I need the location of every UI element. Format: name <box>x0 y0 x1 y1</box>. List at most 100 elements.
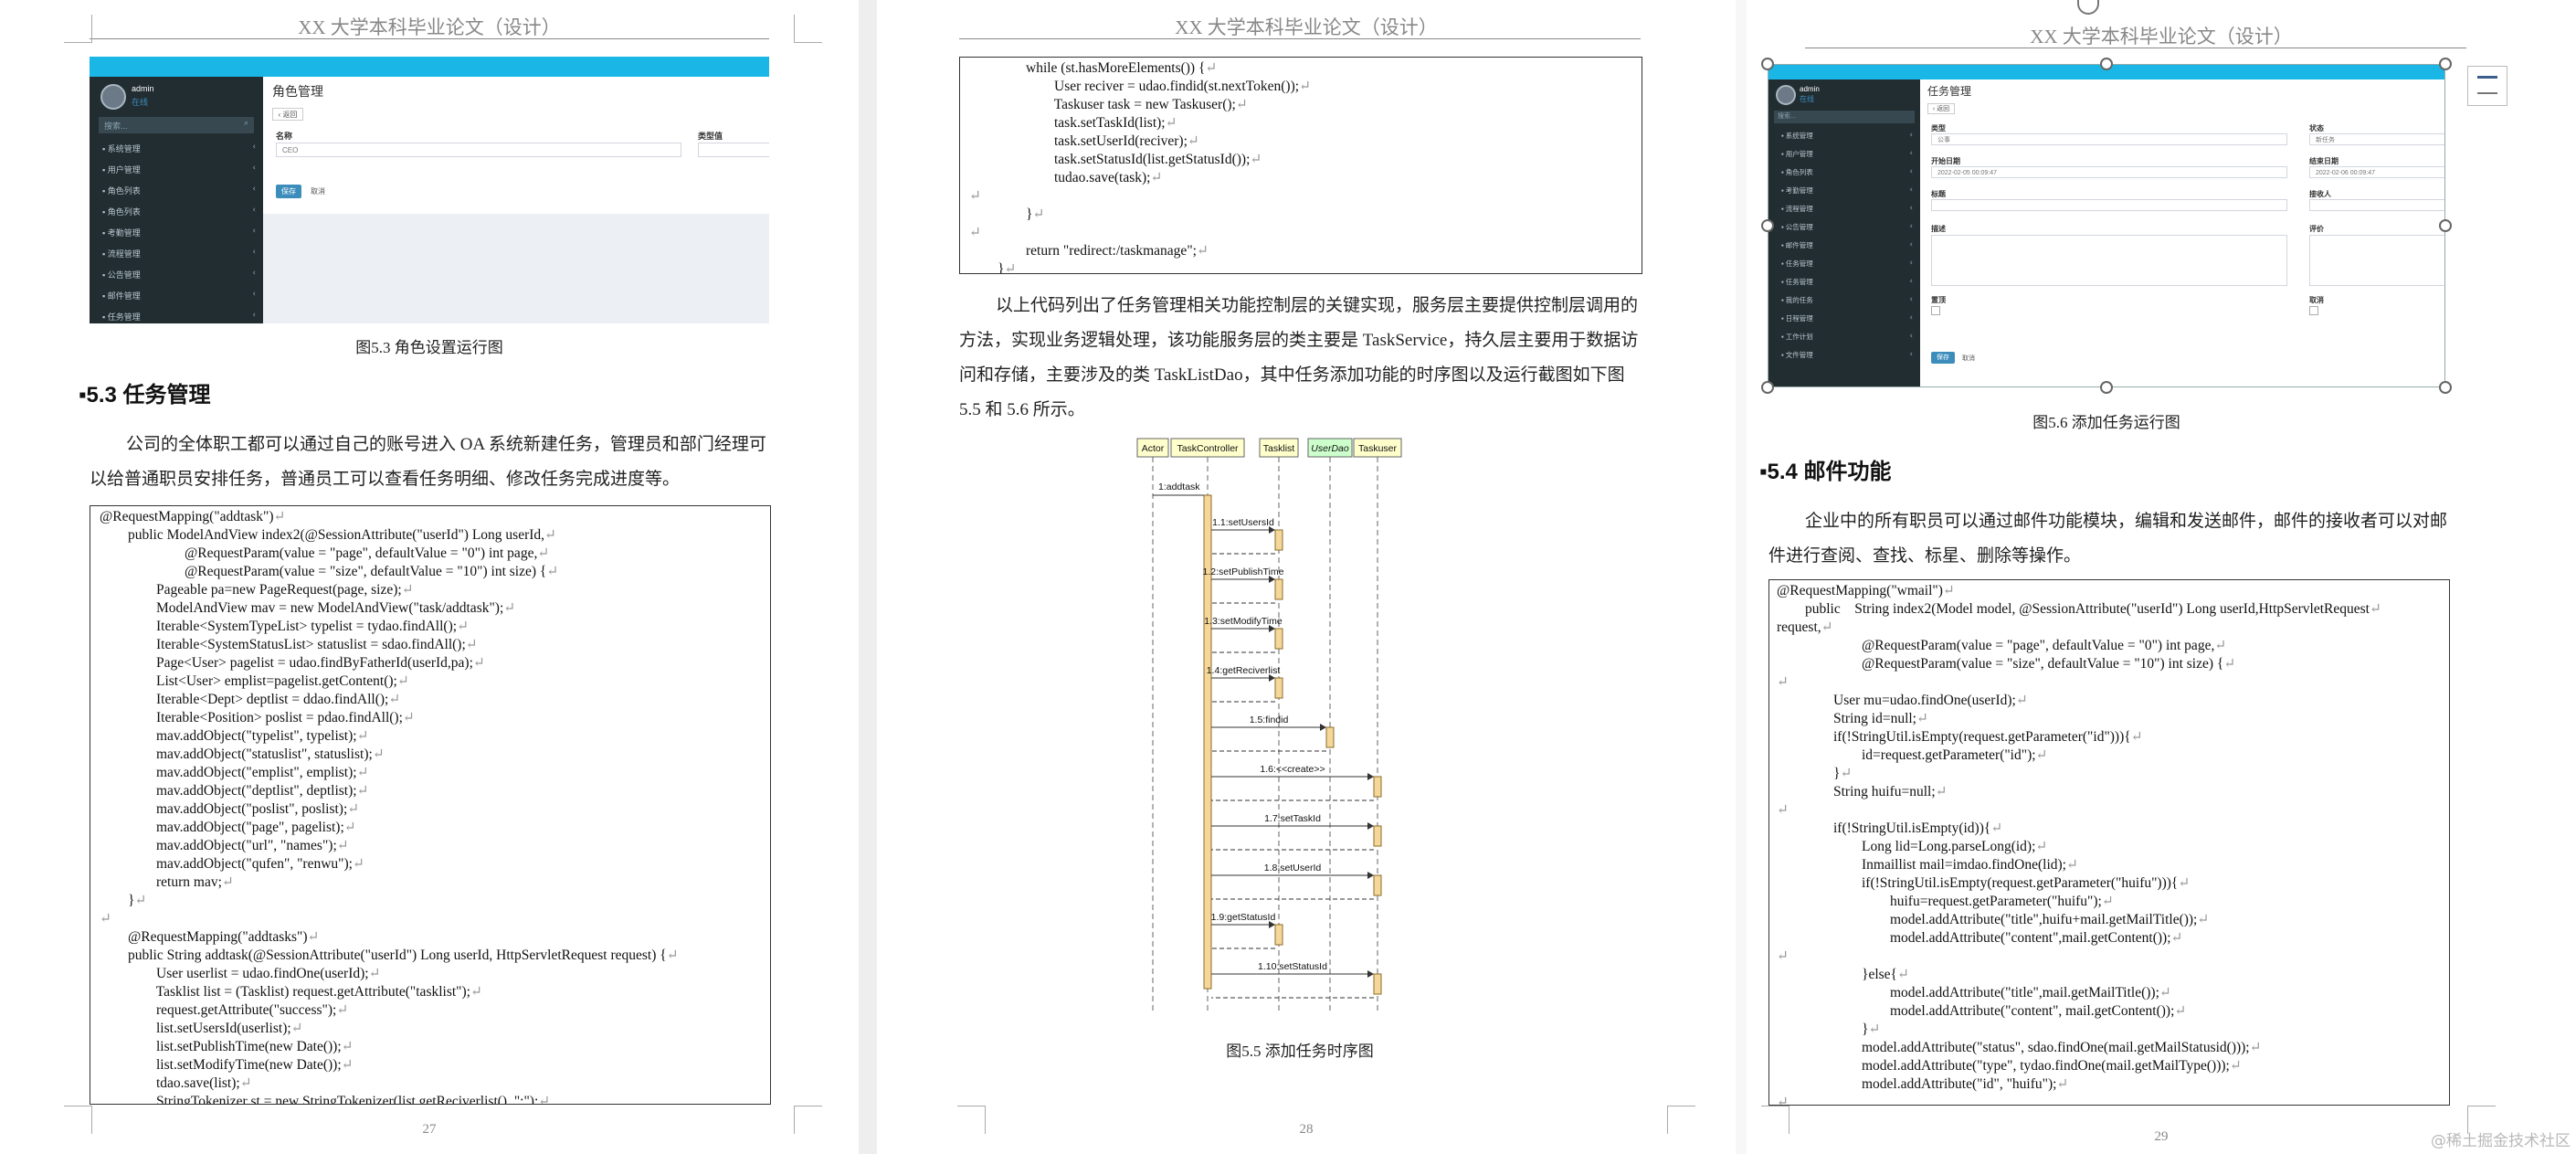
sidebar-item[interactable]: ▪ 考勤管理 <box>102 227 141 238</box>
resize-handle-tr[interactable] <box>2439 58 2452 70</box>
back-button[interactable]: ‹ 返回 <box>1927 103 1955 114</box>
title-input[interactable] <box>1931 199 2287 211</box>
type-label: 类型 <box>1931 124 1946 132</box>
status-select[interactable]: 新任务 <box>2309 133 2444 145</box>
paragraph-mark-icon: ↵ <box>2035 839 2048 854</box>
code-line: Taskuser task = new Taskuser();↵ <box>969 97 1248 112</box>
sidebar-search[interactable]: 搜索... ⌕ <box>99 117 254 133</box>
resize-handle-bl[interactable] <box>1761 381 1774 394</box>
rotate-handle-icon[interactable] <box>2077 0 2099 15</box>
code-line: mav.addObject("url", "names");↵ <box>100 838 349 853</box>
sidebar-item[interactable]: ▪ 流程管理 <box>102 248 141 259</box>
code-line: list.setModifyTime(new Date());↵ <box>100 1057 354 1073</box>
sidebar-item[interactable]: ▪ 角色列表 <box>102 185 141 196</box>
sidebar-item[interactable]: ▪ 系统管理 <box>1781 131 1813 141</box>
receiver-input[interactable] <box>2309 199 2444 211</box>
arrowhead <box>1367 970 1374 978</box>
sidebar-item[interactable]: ▪ 邮件管理 <box>1781 240 1813 250</box>
task-management-screenshot[interactable]: admin 在线 搜索... ▪ 系统管理 ‹ ▪ 用户管理 ‹ ▪ 角色列表 ‹ ▪ 考勤… <box>1768 64 2445 387</box>
code-line: list.setUsersId(userlist);↵ <box>100 1021 303 1036</box>
sidebar-item[interactable]: ▪ 日程管理 <box>1781 313 1813 323</box>
sidebar-item[interactable]: ▪ 考勤管理 <box>1781 185 1813 196</box>
layout-options-icon[interactable] <box>2467 66 2507 106</box>
code-line: Iterable<Dept> deptlist = ddao.findAll()… <box>100 692 401 707</box>
field-type-input[interactable] <box>698 143 769 157</box>
code-line: Iterable<SystemStatusList> statuslist = … <box>100 637 478 652</box>
chevron-left-icon: ‹ <box>252 164 256 173</box>
resize-handle-bc[interactable] <box>2100 381 2113 394</box>
code-line: String huifu=null;↵ <box>1777 784 1948 799</box>
sidebar-item[interactable]: ▪ 工作计划 <box>1781 332 1813 342</box>
sequence-diagram: Actor TaskController Tasklist UserDao Taskus… <box>1136 438 1402 1014</box>
code-line: model.addAttribute("title",mail.getMailT… <box>1777 985 2171 1000</box>
paragraph-mark-icon: ↵ <box>1840 766 1853 781</box>
end-date-input[interactable]: 2022-02-06 00:09:47 <box>2309 166 2444 178</box>
code-line: Inmaillist mail=imdao.findOne(lid);↵ <box>1777 857 2078 873</box>
cancel-flag-checkbox[interactable] <box>2309 306 2318 315</box>
code-line: return "redirect:/taskmanage";↵ <box>969 243 1209 259</box>
sidebar-item[interactable]: ▪ 角色列表 <box>102 206 141 217</box>
code-line: model.addAttribute("title",huifu+mail.ge… <box>1777 912 2210 927</box>
paragraph-mark-icon: ↵ <box>2130 729 2143 745</box>
evaluation-label: 评价 <box>2309 225 2324 233</box>
code-line: User mu=udao.findOne(userId);↵ <box>1777 693 2028 708</box>
code-line: if(!StringUtil.isEmpty(request.getParame… <box>1777 729 2143 745</box>
participant-label: TaskController <box>1177 443 1239 454</box>
sidebar-search[interactable]: 搜索... <box>1774 111 1915 123</box>
search-icon[interactable]: ⌕ <box>244 119 248 128</box>
resize-handle-tc[interactable] <box>2100 58 2113 70</box>
paragraph-mark-icon: ↵ <box>343 820 356 835</box>
figure-caption: 图5.6 添加任务运行图 <box>2032 414 2180 431</box>
resize-handle-br[interactable] <box>2439 381 2452 394</box>
code-line: ↵ <box>1777 673 2381 692</box>
code-line: task.setTaskId(list);↵ <box>969 115 1177 131</box>
sidebar-item[interactable]: ▪ 流程管理 <box>1781 204 1813 214</box>
sidebar-item[interactable]: ▪ 我的任务 <box>1781 295 1813 305</box>
arrowhead <box>1320 724 1326 731</box>
chevron-left-icon: ‹ <box>252 206 256 215</box>
section-heading: ▪5.4 邮件功能 <box>1759 460 1892 484</box>
field-name-input[interactable]: CEO <box>276 143 681 157</box>
paragraph-mark-icon: ↵ <box>2229 1058 2242 1074</box>
resize-handle-ml[interactable] <box>1761 219 1774 232</box>
code-listing: @RequestMapping("addtask")↵ public Model… <box>90 505 771 1105</box>
resize-handle-mr[interactable] <box>2439 219 2452 232</box>
sidebar-item[interactable]: ▪ 角色列表 <box>1781 167 1813 177</box>
resize-handle-tl[interactable] <box>1761 58 1774 70</box>
paragraph-mark-icon: ↵ <box>1299 79 1312 94</box>
save-button[interactable]: 保存 <box>1931 352 1955 364</box>
code-line: mav.addObject("poslist", poslist);↵ <box>100 801 360 817</box>
save-button[interactable]: 保存 <box>276 185 301 198</box>
paragraph-mark-icon: ↵ <box>273 509 286 524</box>
evaluation-textarea[interactable] <box>2309 235 2444 286</box>
sidebar-item[interactable]: ▪ 邮件管理 <box>102 290 141 302</box>
chevron-left-icon: ‹ <box>1909 222 1913 231</box>
type-select[interactable]: 公事 <box>1931 133 2287 145</box>
sidebar-item[interactable]: ▪ 用户管理 <box>102 164 141 175</box>
sidebar-item[interactable]: ▪ 系统管理 <box>102 143 141 154</box>
chevron-left-icon: ‹ <box>1909 185 1913 195</box>
cancel-button[interactable]: 取消 <box>311 186 325 196</box>
code-line: model.addAttribute("content", mail.getCo… <box>1777 1003 2187 1019</box>
search-input[interactable]: 搜索... <box>1778 111 1796 121</box>
sidebar-item[interactable]: ▪ 任务管理 <box>1781 259 1813 269</box>
description-textarea[interactable] <box>1931 235 2287 286</box>
sidebar-item[interactable]: ▪ 任务管理 <box>1781 277 1813 287</box>
code-line: ↵ <box>969 224 1311 242</box>
search-input[interactable]: 搜索... <box>104 120 128 132</box>
sidebar-item[interactable]: ▪ 任务管理 <box>102 311 141 323</box>
pin-checkbox[interactable] <box>1931 306 1940 315</box>
message-label: 1.10:setStatusId <box>1258 961 1327 972</box>
sidebar-item[interactable]: ▪ 文件管理 <box>1781 350 1813 360</box>
sidebar-item[interactable]: ▪ 公告管理 <box>1781 222 1813 232</box>
back-button[interactable]: ‹ 返回 <box>272 108 303 121</box>
cancel-button[interactable]: 取消 <box>1962 354 1975 363</box>
start-date-input[interactable]: 2022-02-05 00:09:47 <box>1931 166 2287 178</box>
code-line: request.getAttribute("success");↵ <box>100 1002 349 1018</box>
sidebar-item[interactable]: ▪ 用户管理 <box>1781 149 1813 159</box>
paragraph-mark-icon: ↵ <box>538 1094 551 1105</box>
sidebar-item[interactable]: ▪ 公告管理 <box>102 269 141 281</box>
message-label: 1:addtask <box>1158 482 1200 492</box>
figure-caption: 图5.3 角色设置运行图 <box>355 339 503 356</box>
code-line: Long lid=Long.parseLong(id);↵ <box>1777 839 2048 854</box>
